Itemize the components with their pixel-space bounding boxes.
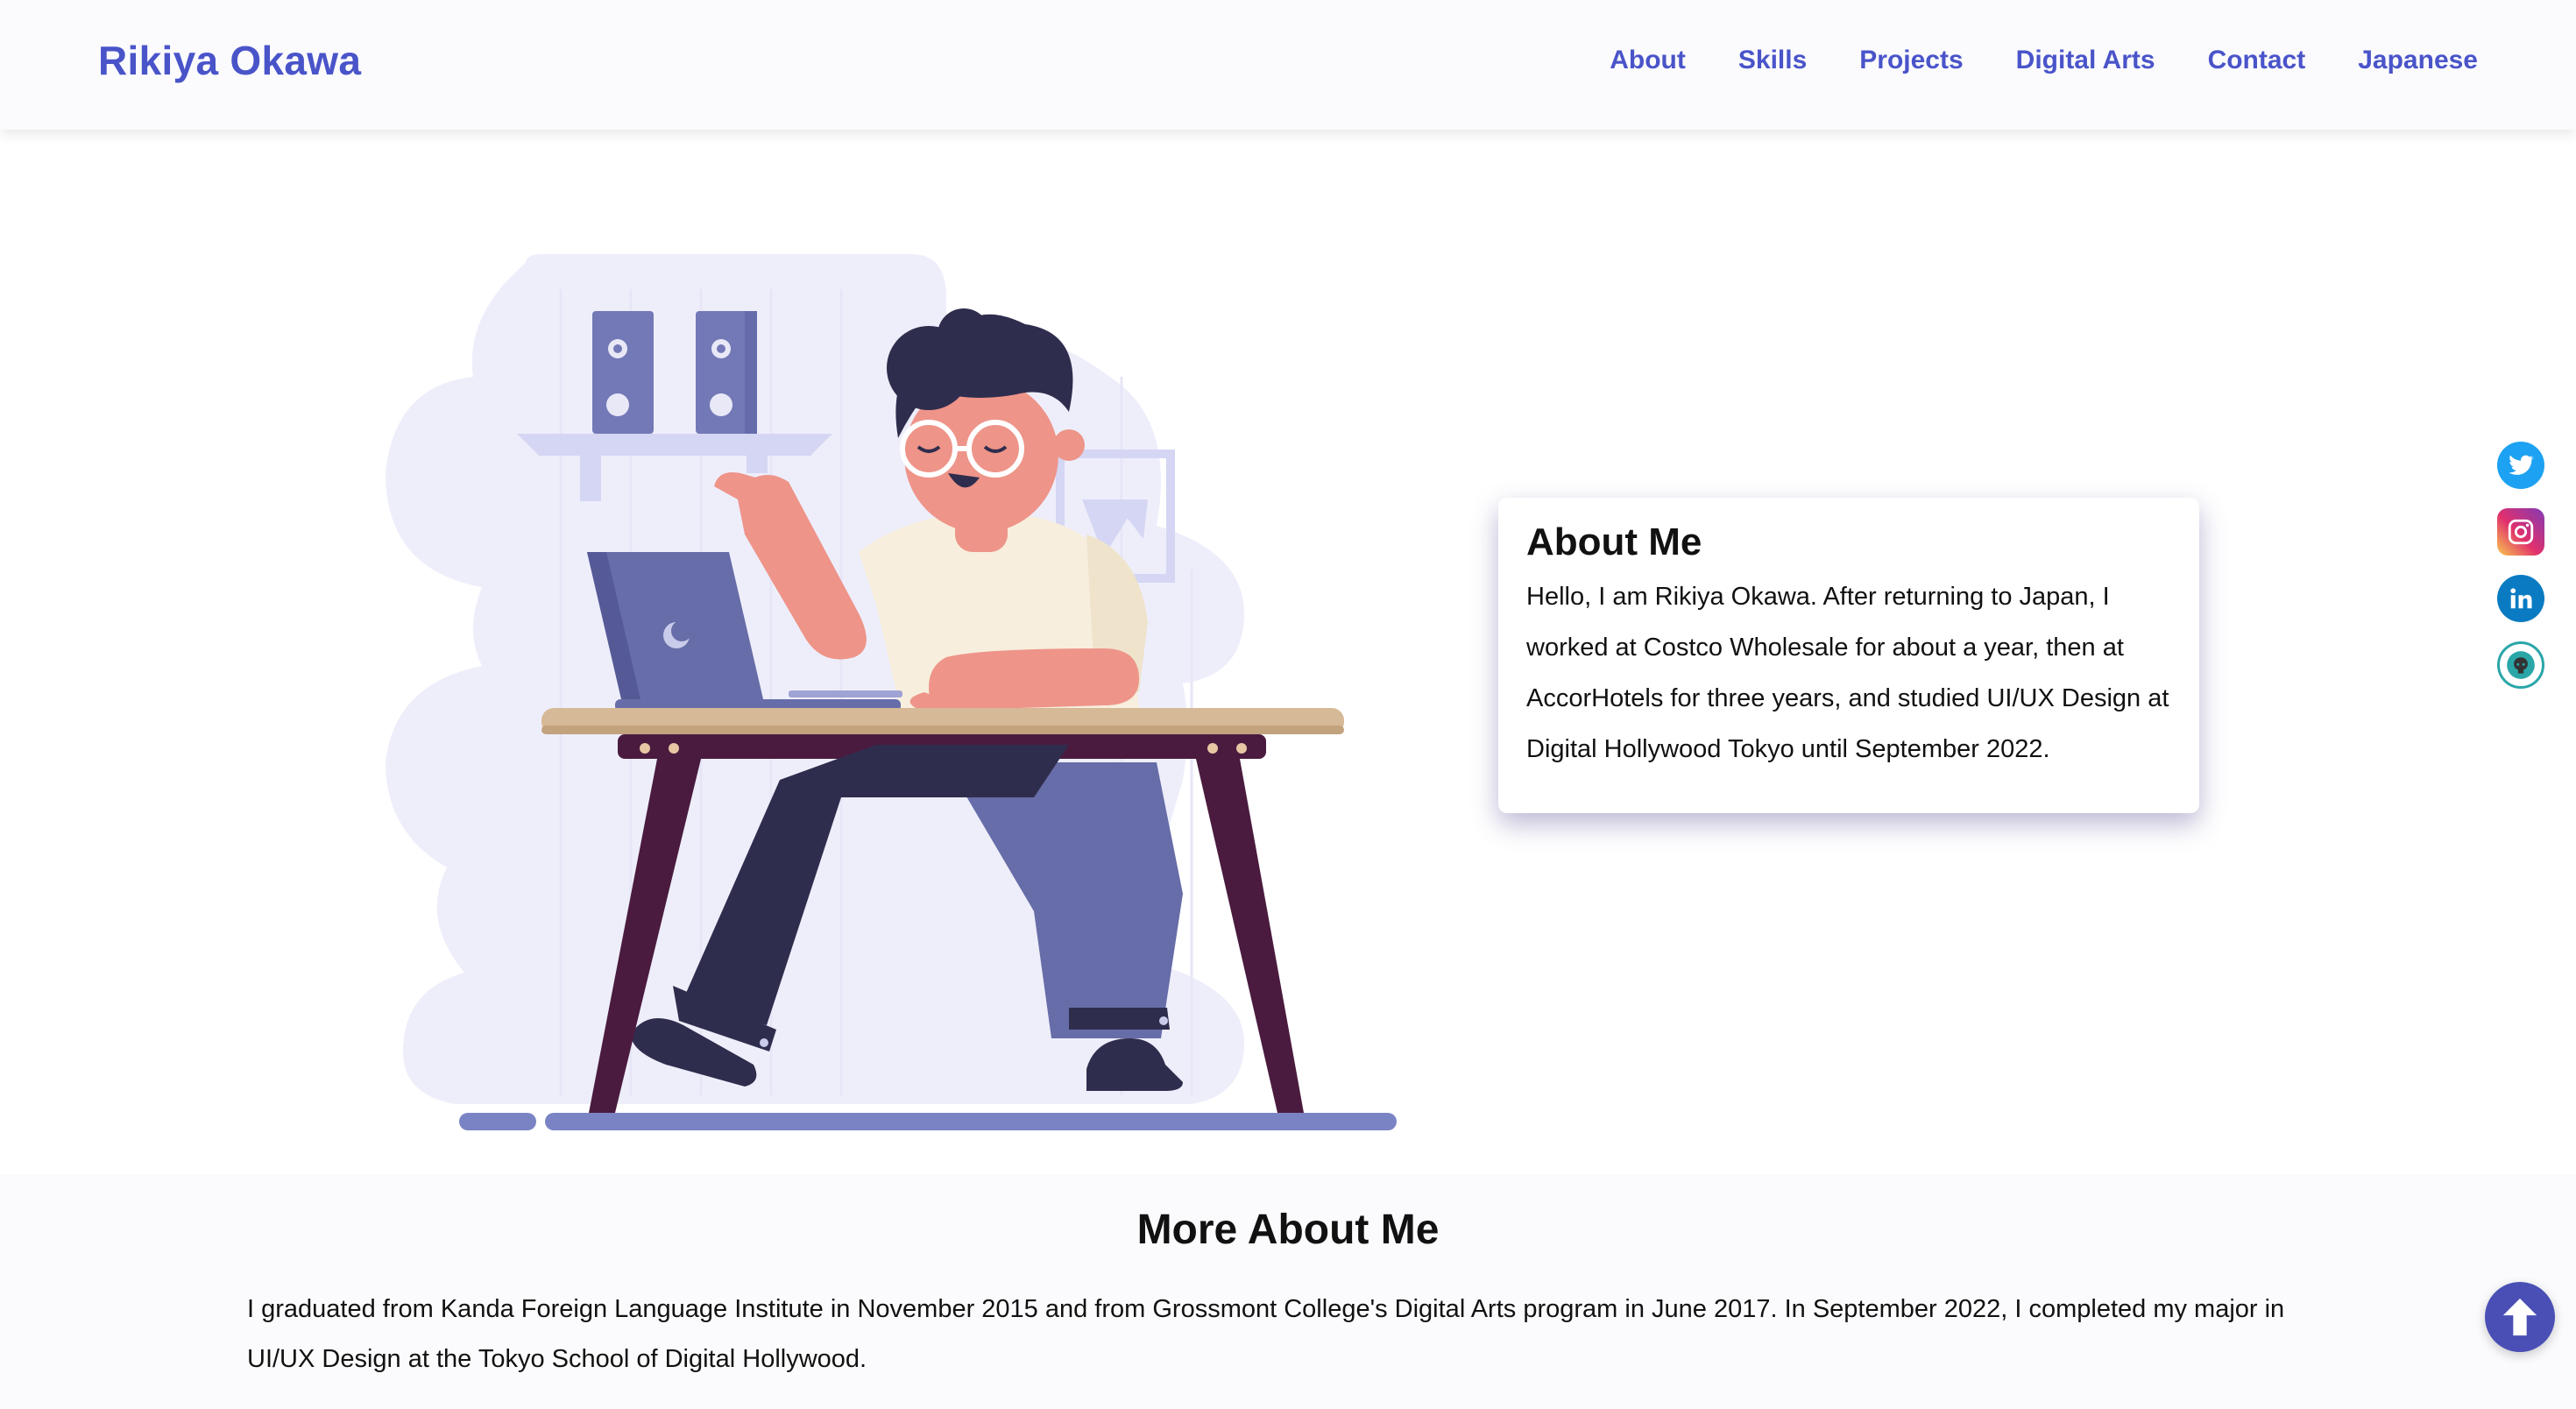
nav-link-about[interactable]: About <box>1610 46 1686 75</box>
more-about-title: More About Me <box>1136 1207 1440 1253</box>
site-brand[interactable]: Rikiya Okawa <box>98 37 361 84</box>
site-header: Rikiya Okawa About Skills Projects Digit… <box>0 0 2576 130</box>
github-icon[interactable] <box>2497 641 2544 689</box>
about-me-title: About Me <box>1526 520 1702 563</box>
about-me-text: Hello, I am Rikiya Okawa. After returnin… <box>1526 583 2169 763</box>
scroll-to-top-button[interactable] <box>2485 1282 2555 1352</box>
nav-link-digital-arts[interactable]: Digital Arts <box>2016 46 2155 75</box>
nav-link-japanese[interactable]: Japanese <box>2358 46 2478 75</box>
more-about-section: More About Me I graduated from Kanda For… <box>0 1174 2576 1409</box>
nav-link-contact[interactable]: Contact <box>2208 46 2306 75</box>
more-about-text: I graduated from Kanda Foreign Language … <box>247 1295 2285 1373</box>
nav-link-skills[interactable]: Skills <box>1738 46 1807 75</box>
arrow-up-icon <box>2502 1298 2537 1336</box>
nav-link-projects[interactable]: Projects <box>1859 46 1963 75</box>
social-links <box>2497 442 2544 689</box>
instagram-icon[interactable] <box>2497 508 2544 556</box>
main-nav: About Skills Projects Digital Arts Conta… <box>1610 46 2478 75</box>
linkedin-icon[interactable] <box>2497 575 2544 622</box>
about-me-card: About Me Hello, I am Rikiya Okawa. After… <box>1498 498 2199 813</box>
hero-illustration <box>386 254 1397 1130</box>
twitter-icon[interactable] <box>2497 442 2544 489</box>
